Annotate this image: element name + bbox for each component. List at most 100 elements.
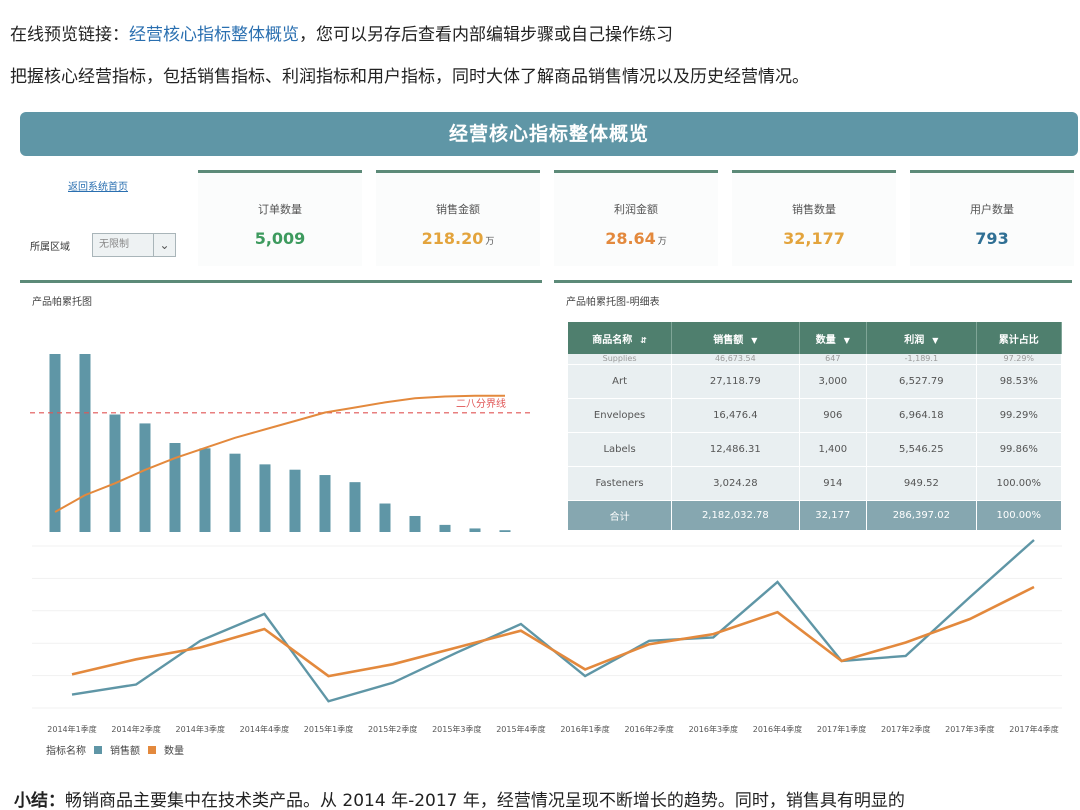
kpi-card-user-count: 用户数量 793 bbox=[910, 170, 1074, 266]
summary-label: 小结： bbox=[14, 791, 65, 810]
table-cell: 98.53% bbox=[976, 364, 1063, 399]
table-cell: 2,182,032.78 bbox=[671, 500, 800, 531]
kpi-label: 用户数量 bbox=[970, 203, 1014, 216]
x-tick-label: 2016年3季度 bbox=[689, 724, 738, 734]
legend-swatch-quantity bbox=[148, 745, 156, 754]
chevron-down-icon: ▼ bbox=[932, 335, 939, 345]
pareto-bar bbox=[139, 423, 151, 532]
x-tick-label: 2016年1季度 bbox=[560, 724, 609, 734]
col-header-cum-share[interactable]: 累计占比 bbox=[976, 322, 1063, 354]
x-tick-label: 2015年4季度 bbox=[496, 724, 545, 734]
table-row: Art 27,118.79 3,000 6,527.79 98.53% bbox=[568, 364, 1063, 399]
pareto-bar bbox=[499, 530, 511, 532]
pareto-bar bbox=[319, 475, 331, 532]
preview-prefix: 在线预览链接： bbox=[10, 25, 129, 45]
chevron-down-icon: ▼ bbox=[843, 335, 850, 345]
pareto-bar bbox=[439, 524, 451, 532]
quarterly-trend-chart: 2014年1季度 2014年2季度 2014年3季度 2014年4季度 2015年1季度… bbox=[32, 539, 1062, 734]
legend-title: 指标名称 bbox=[46, 746, 86, 757]
col-header-sales[interactable]: 销售额 ▼ bbox=[671, 322, 800, 354]
table-total-row: 合计 2,182,032.78 32,177 286,397.02 100.00… bbox=[568, 500, 1063, 531]
pareto-bar bbox=[409, 515, 421, 532]
table-cell: 27,118.79 bbox=[671, 364, 800, 399]
dashboard-preview-link[interactable]: 经营核心指标整体概览 bbox=[129, 25, 299, 45]
sort-icon: ⇵ bbox=[640, 335, 647, 345]
pareto-bar bbox=[109, 414, 121, 532]
table-header-row: 商品名称 ⇵ 销售额 ▼ 数量 ▼ 利润 ▼ 累计占比 bbox=[568, 322, 1063, 354]
legend-label-quantity[interactable]: 数量 bbox=[164, 742, 184, 757]
kpi-number: 32,177 bbox=[783, 229, 845, 248]
kpi-number: 793 bbox=[975, 229, 1009, 248]
col-header-quantity[interactable]: 数量 ▼ bbox=[799, 322, 868, 354]
kpi-value: 32,177 bbox=[732, 229, 896, 248]
x-tick-label: 2014年2季度 bbox=[111, 724, 160, 734]
detail-table: 商品名称 ⇵ 销售额 ▼ 数量 ▼ 利润 ▼ 累计占比 Supplies 46,673.… bbox=[568, 322, 1063, 531]
kpi-value: 5,009 bbox=[198, 229, 362, 248]
x-tick-label: 2017年3季度 bbox=[945, 724, 994, 734]
kpi-number: 5,009 bbox=[254, 229, 306, 248]
x-tick-label: 2017年1季度 bbox=[817, 724, 866, 734]
preview-suffix: ，您可以另存后查看内部编辑步骤或自己操作练习 bbox=[299, 25, 673, 45]
table-cell: -1,189.1 bbox=[866, 354, 977, 365]
chart-legend: 指标名称 销售额 数量 bbox=[46, 742, 184, 757]
table-cell: 99.29% bbox=[976, 398, 1063, 433]
table-row: Labels 12,486.31 1,400 5,546.25 99.86% bbox=[568, 432, 1063, 467]
table-cell: Art bbox=[568, 364, 673, 399]
x-tick-label: 2016年2季度 bbox=[624, 724, 673, 734]
x-tick-label: 2014年1季度 bbox=[47, 724, 96, 734]
kpi-number: 28.64 bbox=[605, 229, 656, 248]
table-row: Supplies 46,673.54 647 -1,189.1 97.29% bbox=[568, 354, 1063, 365]
kpi-unit: 万 bbox=[485, 237, 495, 247]
table-cell: 99.86% bbox=[976, 432, 1063, 467]
dashboard-embed: 经营核心指标整体概览 返回系统首页 所属区域 无限制 ⌄ 订单数量 5,009 … bbox=[6, 96, 1080, 786]
preview-link-line: 在线预览链接：经营核心指标整体概览，您可以另存后查看内部编辑步骤或自己操作练习 bbox=[10, 20, 673, 45]
table-cell: 32,177 bbox=[799, 500, 868, 531]
region-select[interactable]: 无限制 ⌄ bbox=[92, 233, 176, 257]
x-tick-label: 2014年3季度 bbox=[176, 724, 225, 734]
legend-label-sales[interactable]: 销售额 bbox=[110, 742, 140, 757]
kpi-number: 218.20 bbox=[421, 229, 484, 248]
kpi-unit: 万 bbox=[657, 237, 667, 247]
kpi-value: 218.20 万 bbox=[376, 229, 540, 248]
table-cell: 906 bbox=[799, 398, 868, 433]
table-cell: 46,673.54 bbox=[671, 354, 800, 365]
col-header-product[interactable]: 商品名称 ⇵ bbox=[568, 322, 673, 354]
table-cell: Fasteners bbox=[568, 466, 673, 501]
kpi-card-sales-quantity: 销售数量 32,177 bbox=[732, 170, 896, 266]
col-header-profit[interactable]: 利润 ▼ bbox=[866, 322, 977, 354]
kpi-value: 793 bbox=[910, 229, 1074, 248]
pareto-bar bbox=[289, 469, 301, 532]
x-tick-label: 2014年4季度 bbox=[240, 724, 289, 734]
x-tick-label: 2015年2季度 bbox=[368, 724, 417, 734]
intro-description: 把握核心经营指标，包括销售指标、利润指标和用户指标，同时大体了解商品销售情况以及… bbox=[10, 67, 809, 87]
table-row: Envelopes 16,476.4 906 6,964.18 99.29% bbox=[568, 398, 1063, 433]
kpi-card-orders: 订单数量 5,009 bbox=[198, 170, 362, 266]
kpi-label: 销售数量 bbox=[792, 203, 836, 216]
table-cell: Labels bbox=[568, 432, 673, 467]
chevron-down-icon[interactable]: ⌄ bbox=[153, 234, 175, 256]
pareto-bar bbox=[379, 503, 391, 532]
pareto-bar bbox=[349, 482, 361, 532]
table-cell: 3,024.28 bbox=[671, 466, 800, 501]
pareto-bar bbox=[229, 453, 241, 532]
table-cell: 100.00% bbox=[976, 500, 1063, 531]
kpi-card-profit-amount: 利润金额 28.64 万 bbox=[554, 170, 718, 266]
region-select-value: 无限制 bbox=[99, 239, 129, 250]
table-cell: 合计 bbox=[568, 500, 673, 531]
table-cell: 949.52 bbox=[866, 466, 977, 501]
table-cell: 12,486.31 bbox=[671, 432, 800, 467]
x-tick-label: 2017年4季度 bbox=[1009, 724, 1058, 734]
region-filter-label: 所属区域 bbox=[30, 242, 70, 253]
table-cell: 6,964.18 bbox=[866, 398, 977, 433]
table-cell: 6,527.79 bbox=[866, 364, 977, 399]
kpi-value: 28.64 万 bbox=[554, 229, 718, 248]
x-tick-label: 2016年4季度 bbox=[753, 724, 802, 734]
table-cell: 914 bbox=[799, 466, 868, 501]
back-to-home-link[interactable]: 返回系统首页 bbox=[68, 178, 128, 193]
x-tick-label: 2017年2季度 bbox=[881, 724, 930, 734]
summary-paragraph: 小结：畅销商品主要集中在技术类产品。从 2014 年-2017 年，经营情况呈现… bbox=[14, 786, 905, 810]
kpi-label: 利润金额 bbox=[614, 203, 658, 216]
summary-text: 畅销商品主要集中在技术类产品。从 2014 年-2017 年，经营情况呈现不断增… bbox=[65, 791, 905, 810]
dashboard-title: 经营核心指标整体概览 bbox=[20, 112, 1078, 156]
series-line-sales bbox=[71, 539, 1035, 703]
